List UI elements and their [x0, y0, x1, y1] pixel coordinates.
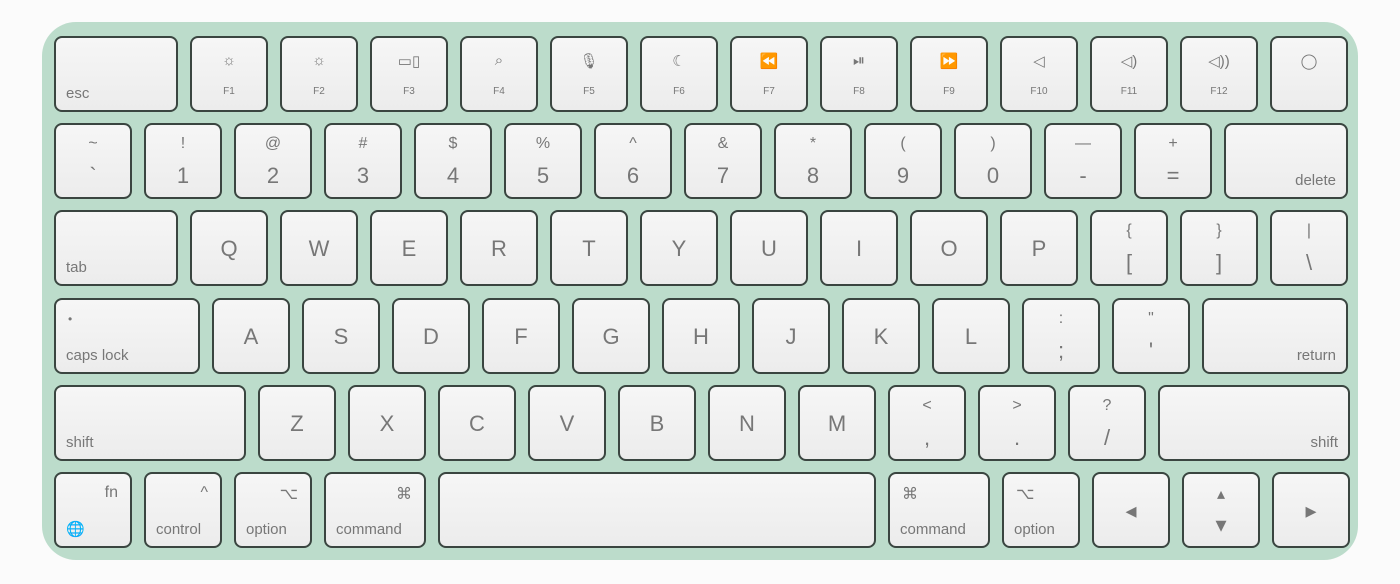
key[interactable]: ☾ F6 — [640, 36, 718, 112]
key[interactable]: B — [618, 385, 696, 461]
key[interactable]: delete — [1224, 123, 1348, 199]
key[interactable]: ! 1 — [144, 123, 222, 199]
key[interactable]: ◂ — [1092, 472, 1170, 548]
key[interactable]: R — [460, 210, 538, 286]
key[interactable]: ◁ F10 — [1000, 36, 1078, 112]
key[interactable]: caps lock • — [54, 298, 200, 374]
key[interactable]: ◁)) F12 — [1180, 36, 1258, 112]
key[interactable]: % 5 — [504, 123, 582, 199]
key[interactable]: F — [482, 298, 560, 374]
key[interactable]: W — [280, 210, 358, 286]
key[interactable]: ⌥ option — [234, 472, 312, 548]
keyboard: esc ☼ F1 ☼ F2 ▭▯ F3 ⌕ F4 🎙 F5 ☾ F6 ⏪ F7 ⏯ F8 ⏩ F9 ◁ F10 ◁) F11… — [42, 22, 1358, 560]
key[interactable]: X — [348, 385, 426, 461]
key[interactable]: fn 🌐 — [54, 472, 132, 548]
key[interactable]: M — [798, 385, 876, 461]
key[interactable]: H — [662, 298, 740, 374]
key[interactable]: ^ 6 — [594, 123, 672, 199]
key[interactable]: — - — [1044, 123, 1122, 199]
key[interactable]: I — [820, 210, 898, 286]
key[interactable]: K — [842, 298, 920, 374]
key[interactable]: | \ — [1270, 210, 1348, 286]
key[interactable]: ⌕ F4 — [460, 36, 538, 112]
key[interactable]: tab — [54, 210, 178, 286]
key[interactable] — [438, 472, 876, 548]
key[interactable]: ⏯ F8 — [820, 36, 898, 112]
key[interactable]: ^ control — [144, 472, 222, 548]
key[interactable]: A — [212, 298, 290, 374]
key[interactable]: Q — [190, 210, 268, 286]
key[interactable]: }] — [1180, 210, 1258, 286]
key[interactable]: ⏪ F7 — [730, 36, 808, 112]
key[interactable]: Z — [258, 385, 336, 461]
key[interactable]: ~ ` — [54, 123, 132, 199]
key[interactable]: D — [392, 298, 470, 374]
key[interactable]: ☼ F1 — [190, 36, 268, 112]
key[interactable]: C — [438, 385, 516, 461]
key[interactable]: V — [528, 385, 606, 461]
key[interactable]: ⌥ option — [1002, 472, 1080, 548]
key[interactable]: + = — [1134, 123, 1212, 199]
key[interactable]: 🎙 F5 — [550, 36, 628, 112]
key[interactable]: P — [1000, 210, 1078, 286]
key[interactable]: N — [708, 385, 786, 461]
key[interactable]: ▭▯ F3 — [370, 36, 448, 112]
key[interactable]: $4 — [414, 123, 492, 199]
key[interactable]: #3 — [324, 123, 402, 199]
key[interactable]: Y — [640, 210, 718, 286]
key[interactable]: ? / — [1068, 385, 1146, 461]
key[interactable]: shift — [1158, 385, 1350, 461]
key[interactable]: O — [910, 210, 988, 286]
key[interactable]: L — [932, 298, 1010, 374]
key[interactable]: S — [302, 298, 380, 374]
key[interactable]: return — [1202, 298, 1348, 374]
key[interactable]: @2 — [234, 123, 312, 199]
key[interactable]: ◯ — [1270, 36, 1348, 112]
key[interactable]: ▴ ▾ — [1182, 472, 1260, 548]
key[interactable]: shift — [54, 385, 246, 461]
key[interactable]: >. — [978, 385, 1056, 461]
key[interactable]: esc — [54, 36, 178, 112]
key[interactable]: ⌘ command — [888, 472, 990, 548]
key[interactable]: U — [730, 210, 808, 286]
key[interactable]: ▸ — [1272, 472, 1350, 548]
key[interactable]: ⌘ command — [324, 472, 426, 548]
key[interactable]: J — [752, 298, 830, 374]
key[interactable]: (9 — [864, 123, 942, 199]
key[interactable]: & 7 — [684, 123, 762, 199]
key[interactable]: ⏩ F9 — [910, 36, 988, 112]
key[interactable]: ) 0 — [954, 123, 1032, 199]
key[interactable]: * 8 — [774, 123, 852, 199]
key[interactable]: T — [550, 210, 628, 286]
key[interactable]: ◁) F11 — [1090, 36, 1168, 112]
key[interactable]: " ' — [1112, 298, 1190, 374]
key[interactable]: <, — [888, 385, 966, 461]
key[interactable]: ☼ F2 — [280, 36, 358, 112]
key[interactable]: E — [370, 210, 448, 286]
key[interactable]: {[ — [1090, 210, 1168, 286]
key[interactable]: :; — [1022, 298, 1100, 374]
key[interactable]: G — [572, 298, 650, 374]
